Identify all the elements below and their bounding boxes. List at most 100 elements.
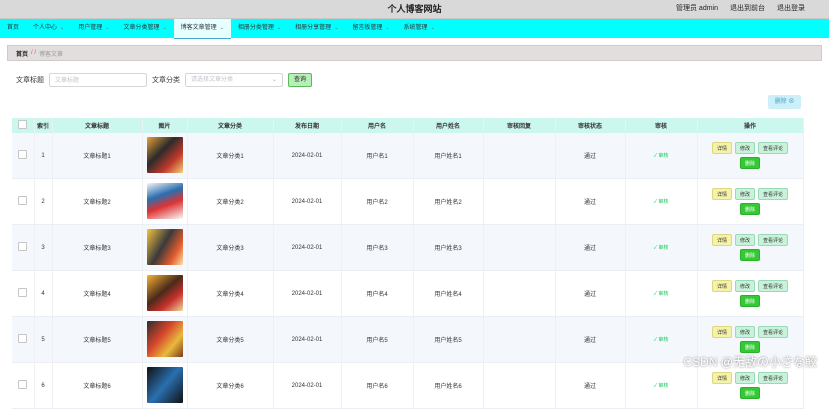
- select-all-checkbox[interactable]: [18, 120, 28, 129]
- search-bar: 文章标题 文章标题 文章分类 请选择文章分类 ⌄ 查询: [16, 72, 313, 88]
- username: 用户名5: [341, 316, 414, 363]
- chevron-down-icon: ⌄: [385, 25, 390, 31]
- detail-button[interactable]: 详情: [711, 372, 732, 384]
- view-comments-button[interactable]: 查看评论: [758, 234, 789, 246]
- column-header: 图片: [142, 118, 188, 133]
- chevron-down-icon: ⌄: [430, 25, 435, 31]
- view-comments-button[interactable]: 查看评论: [758, 142, 789, 154]
- delete-button[interactable]: 删除: [739, 387, 760, 399]
- row-checkbox[interactable]: [18, 242, 28, 251]
- to-frontend-link[interactable]: 退出到前台: [730, 0, 765, 18]
- row-checkbox[interactable]: [18, 334, 28, 343]
- publish-date: 2024-02-01: [273, 316, 342, 363]
- article-image-cell: [142, 224, 188, 271]
- username: 用户名1: [341, 133, 414, 179]
- edit-button[interactable]: 修改: [734, 372, 755, 384]
- chevron-down-icon: ⌄: [162, 25, 167, 31]
- row-checkbox[interactable]: [18, 380, 28, 389]
- view-comments-button[interactable]: 查看评论: [758, 188, 789, 200]
- delete-button[interactable]: 删除: [739, 157, 760, 169]
- publish-date: 2024-02-01: [273, 362, 342, 409]
- detail-button[interactable]: 详情: [711, 234, 732, 246]
- delete-button[interactable]: 删除: [739, 249, 760, 261]
- audit-cell: ✓ 审核: [625, 270, 698, 317]
- view-comments-button[interactable]: 查看评论: [758, 326, 789, 338]
- edit-button[interactable]: 修改: [734, 326, 755, 338]
- chevron-down-icon: ⌄: [219, 24, 224, 31]
- menu-item-8[interactable]: 系统管理 ⌄: [397, 19, 442, 38]
- user-realname: 用户姓名4: [413, 270, 484, 317]
- column-header: 索引: [34, 118, 53, 133]
- actions-cell: 详情 修改 查看评论删除: [697, 133, 804, 179]
- detail-button[interactable]: 详情: [711, 326, 732, 338]
- column-header: 操作: [697, 118, 804, 133]
- row-checkbox-cell: [12, 270, 35, 317]
- category-select-placeholder: 请选择文章分类: [191, 77, 234, 83]
- audit-button[interactable]: ✓ 审核: [654, 383, 669, 389]
- audit-status: 通过: [555, 316, 626, 363]
- batch-delete-button[interactable]: 删除 ⊗: [768, 95, 801, 109]
- delete-button[interactable]: 删除: [739, 341, 760, 353]
- logout-link[interactable]: 退出登录: [777, 0, 805, 18]
- column-header: 审核状态: [555, 118, 626, 133]
- article-cover-image: [146, 320, 183, 357]
- edit-button[interactable]: 修改: [734, 280, 755, 292]
- row-checkbox-cell: [12, 224, 35, 271]
- audit-button[interactable]: ✓ 审核: [654, 199, 669, 205]
- delete-button[interactable]: 删除: [739, 203, 760, 215]
- menu-item-2[interactable]: 用户管理 ⌄: [71, 19, 116, 38]
- row-checkbox-cell: [12, 316, 35, 363]
- audit-button[interactable]: ✓ 审核: [654, 337, 669, 343]
- article-image-cell: [142, 362, 188, 409]
- view-comments-button[interactable]: 查看评论: [758, 372, 789, 384]
- article-category: 文章分类5: [187, 316, 274, 363]
- audit-status: 通过: [555, 178, 626, 225]
- column-header: 用户名: [341, 118, 414, 133]
- menu-item-1[interactable]: 个人中心 ⌄: [26, 19, 71, 38]
- column-header: 文章标题: [52, 118, 143, 133]
- chevron-down-icon: ⌄: [105, 25, 110, 31]
- detail-button[interactable]: 详情: [711, 280, 732, 292]
- row-checkbox[interactable]: [18, 150, 28, 159]
- article-title: 文章标题1: [52, 133, 143, 179]
- user-realname: 用户姓名6: [413, 362, 484, 409]
- menu-item-4[interactable]: 博客文章管理 ⌄: [173, 18, 231, 39]
- menu-item-5[interactable]: 相册分类管理 ⌄: [231, 19, 288, 38]
- audit-button[interactable]: ✓ 审核: [654, 291, 669, 297]
- title-search-input[interactable]: 文章标题: [49, 73, 147, 87]
- menu-item-6[interactable]: 相册分享管理 ⌄: [288, 19, 345, 38]
- chevron-down-icon: ⌄: [271, 77, 277, 83]
- edit-button[interactable]: 修改: [734, 188, 755, 200]
- row-checkbox[interactable]: [18, 196, 28, 205]
- audit-reply: [483, 316, 556, 363]
- delete-button[interactable]: 删除: [739, 295, 760, 307]
- chevron-down-icon: ⌄: [334, 25, 339, 31]
- column-header[interactable]: [12, 118, 35, 133]
- article-title: 文章标题6: [52, 362, 143, 409]
- menu-item-3[interactable]: 文章分类管理 ⌄: [116, 19, 173, 38]
- article-cover-image: [146, 228, 183, 265]
- audit-button[interactable]: ✓ 审核: [654, 153, 669, 159]
- column-header: 审核: [625, 118, 698, 133]
- username: 用户名6: [341, 362, 414, 409]
- detail-button[interactable]: 详情: [711, 142, 732, 154]
- detail-button[interactable]: 详情: [711, 188, 732, 200]
- user-realname: 用户姓名1: [413, 133, 484, 179]
- category-select[interactable]: 请选择文章分类 ⌄: [185, 73, 283, 87]
- table-row: 4 文章标题4 文章分类4 2024-02-01 用户名4 用户姓名4 通过 ✓ 审核 详情 修改…: [12, 270, 804, 317]
- actions-cell: 详情 修改 查看评论删除: [697, 178, 804, 225]
- menu-item-7[interactable]: 留言板管理 ⌄: [345, 19, 396, 38]
- edit-button[interactable]: 修改: [734, 234, 755, 246]
- edit-button[interactable]: 修改: [734, 142, 755, 154]
- header-actions: 管理员 admin 退出到前台 退出登录: [676, 0, 805, 18]
- search-button[interactable]: 查询: [288, 73, 313, 87]
- username: 用户名4: [341, 270, 414, 317]
- publish-date: 2024-02-01: [273, 224, 342, 271]
- breadcrumb-home[interactable]: 首页: [16, 49, 28, 58]
- column-header: 发布日期: [273, 118, 342, 133]
- view-comments-button[interactable]: 查看评论: [758, 280, 789, 292]
- audit-button[interactable]: ✓ 审核: [654, 245, 669, 251]
- menu-item-0[interactable]: 首页: [0, 19, 26, 38]
- row-checkbox[interactable]: [18, 288, 28, 297]
- article-category: 文章分类6: [187, 362, 274, 409]
